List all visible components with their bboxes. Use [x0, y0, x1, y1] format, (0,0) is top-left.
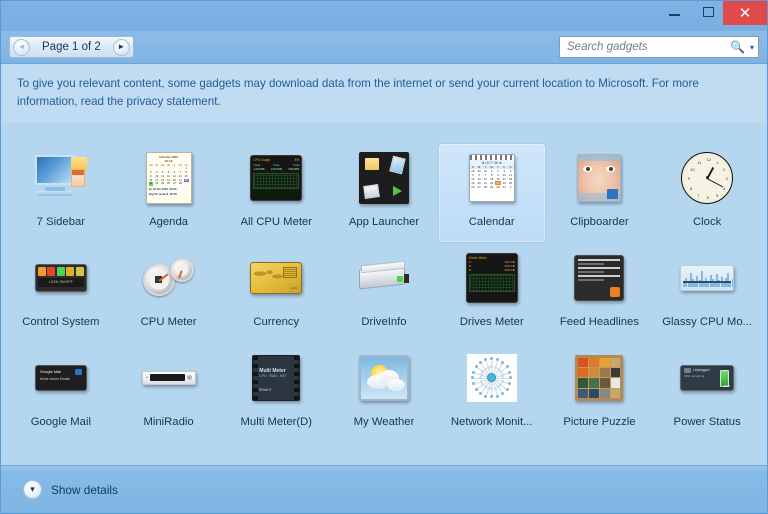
close-icon: ✕: [739, 6, 752, 21]
gadget-thumbnail-drives: Drives MeterC:120 GBD:240 GBE:500 GB: [462, 248, 522, 308]
title-bar: ✕: [1, 1, 767, 31]
chevron-down-icon: ▾: [23, 480, 42, 499]
next-page-button[interactable]: ►: [113, 39, 130, 56]
gadget-thumbnail-power: Unplugged43% remaining 85%: [677, 348, 737, 408]
gadget-thumbnail-launcher: [354, 148, 414, 208]
gadget-item[interactable]: Glassy CPU Mo...: [653, 243, 761, 343]
gadget-item[interactable]: Picture Puzzle: [546, 343, 654, 443]
gadget-item[interactable]: App Launcher: [330, 143, 438, 243]
gadget-label: Picture Puzzle: [563, 416, 635, 428]
gadget-gallery-content: SoftoFiles 7 Sidebarfebruari 200919:18ma…: [1, 123, 767, 465]
gadget-label: Network Monit...: [451, 416, 533, 428]
gadget-label: Glassy CPU Mo...: [662, 316, 752, 328]
page-indicator: Page 1 of 2: [30, 41, 113, 53]
gadget-thumbnail-weather: [354, 348, 414, 408]
gadget-item[interactable]: 123456789101112 Clock: [653, 143, 761, 243]
gadget-item[interactable]: LOCK ON/OFF Control System: [7, 243, 115, 343]
gadget-label: DriveInfo: [361, 316, 406, 328]
gadget-thumbnail-agenda: februari 200919:18madiwodovrzazo12345678…: [139, 148, 199, 208]
gadget-label: Calendar: [469, 216, 515, 228]
previous-page-button[interactable]: ◄: [13, 39, 30, 56]
gadget-thumbnail-clock: 123456789101112: [677, 148, 737, 208]
show-details-button[interactable]: ▾ Show details: [23, 480, 118, 499]
gadget-thumbnail-sidebar: [31, 148, 91, 208]
gadget-label: Currency: [253, 316, 299, 328]
gadget-item[interactable]: Multi MeterCPU - RAM - NETSFelix © Multi …: [222, 343, 330, 443]
gadget-item[interactable]: Clipboarder: [546, 143, 654, 243]
gadget-thumbnail-cpumeter: [139, 248, 199, 308]
close-button[interactable]: ✕: [723, 1, 767, 25]
gadget-label: Drives Meter: [460, 316, 524, 328]
gadget-label: CPU Meter: [141, 316, 197, 328]
gadget-label: Google Mail: [31, 416, 91, 428]
gadget-item[interactable]: Network Monit...: [438, 343, 546, 443]
gadget-label: Clipboarder: [570, 216, 628, 228]
gadget-label: Agenda: [149, 216, 188, 228]
gadget-item[interactable]: ◀ MiniRadio: [115, 343, 223, 443]
gadget-thumbnail-calendar: ◄ OCT 06 ►SMTWTFS29303112345678910111213…: [462, 148, 522, 208]
pager: ◄ Page 1 of 2 ►: [9, 36, 134, 58]
gadget-thumbnail-feed: [569, 248, 629, 308]
gadget-thumbnail-glassy: [677, 248, 737, 308]
gadget-thumbnail-puzzle: [569, 348, 629, 408]
gadget-item[interactable]: Unplugged43% remaining 85% Power Status: [653, 343, 761, 443]
privacy-banner: To give you relevant content, some gadge…: [1, 63, 767, 123]
gadget-item[interactable]: CPU Meter: [115, 243, 223, 343]
gadget-thumbnail-gmail: Google MailKeine neuen Emails: [31, 348, 91, 408]
gadget-label: All CPU Meter: [241, 216, 313, 228]
gadget-label: Control System: [22, 316, 99, 328]
gadget-label: Feed Headlines: [560, 316, 639, 328]
gadget-label: Power Status: [674, 416, 741, 428]
gadget-thumbnail-drive: [354, 248, 414, 308]
gadget-label: MiniRadio: [143, 416, 193, 428]
gadget-thumbnail-photo: [569, 148, 629, 208]
search-icon[interactable]: 🔍: [730, 40, 745, 54]
search-input[interactable]: Search gadgets: [567, 41, 730, 53]
maximize-button[interactable]: [693, 1, 723, 23]
gadget-item[interactable]: DriveInfo: [330, 243, 438, 343]
privacy-banner-text: To give you relevant content, some gadge…: [17, 75, 751, 111]
chevron-left-icon: ◄: [18, 43, 26, 51]
gadget-item[interactable]: My Weather: [330, 343, 438, 443]
gadget-label: Multi Meter(D): [241, 416, 313, 428]
gadget-thumbnail-net: [462, 348, 522, 408]
search-box[interactable]: Search gadgets 🔍 ▾: [559, 36, 759, 58]
gadget-item[interactable]: Google MailKeine neuen Emails Google Mail: [7, 343, 115, 443]
gadget-thumbnail-multi: Multi MeterCPU - RAM - NETSFelix ©: [246, 348, 306, 408]
gadget-item[interactable]: februari 200919:18madiwodovrzazo12345678…: [115, 143, 223, 243]
footer-bar: ▾ Show details: [1, 465, 767, 513]
chevron-down-icon[interactable]: ▾: [750, 43, 754, 52]
gadget-label: Clock: [693, 216, 721, 228]
gadget-gallery-window: ✕ ◄ Page 1 of 2 ► Search gadgets 🔍 ▾ To …: [0, 0, 768, 514]
gadget-label: 7 Sidebar: [37, 216, 85, 228]
gadget-label: My Weather: [354, 416, 415, 428]
gadget-label: App Launcher: [349, 216, 419, 228]
chevron-right-icon: ►: [117, 43, 125, 51]
gadget-thumbnail-radio: ◀: [139, 348, 199, 408]
gadget-item[interactable]: ◄ OCT 06 ►SMTWTFS29303112345678910111213…: [438, 143, 546, 243]
minimize-icon: [669, 14, 680, 16]
gadget-item[interactable]: 1234 Currency: [222, 243, 330, 343]
gadget-thumbnail-control: LOCK ON/OFF: [31, 248, 91, 308]
show-details-label: Show details: [51, 483, 118, 497]
gadget-thumbnail-allcpu: CPU Usage8%UsedFreeTotal1423MB1267MB2690…: [246, 148, 306, 208]
maximize-icon: [703, 7, 714, 17]
gadget-grid: 7 Sidebar februari 200919:18madiwodovrzaz…: [7, 143, 761, 443]
gadget-item[interactable]: 7 Sidebar: [7, 143, 115, 243]
gadget-thumbnail-currency: 1234: [246, 248, 306, 308]
minimize-button[interactable]: [659, 1, 689, 23]
navigation-bar: ◄ Page 1 of 2 ► Search gadgets 🔍 ▾: [1, 31, 767, 63]
gadget-item[interactable]: CPU Usage8%UsedFreeTotal1423MB1267MB2690…: [222, 143, 330, 243]
gadget-item[interactable]: Feed Headlines: [546, 243, 654, 343]
gadget-item[interactable]: Drives MeterC:120 GBD:240 GBE:500 GB Driv…: [438, 243, 546, 343]
